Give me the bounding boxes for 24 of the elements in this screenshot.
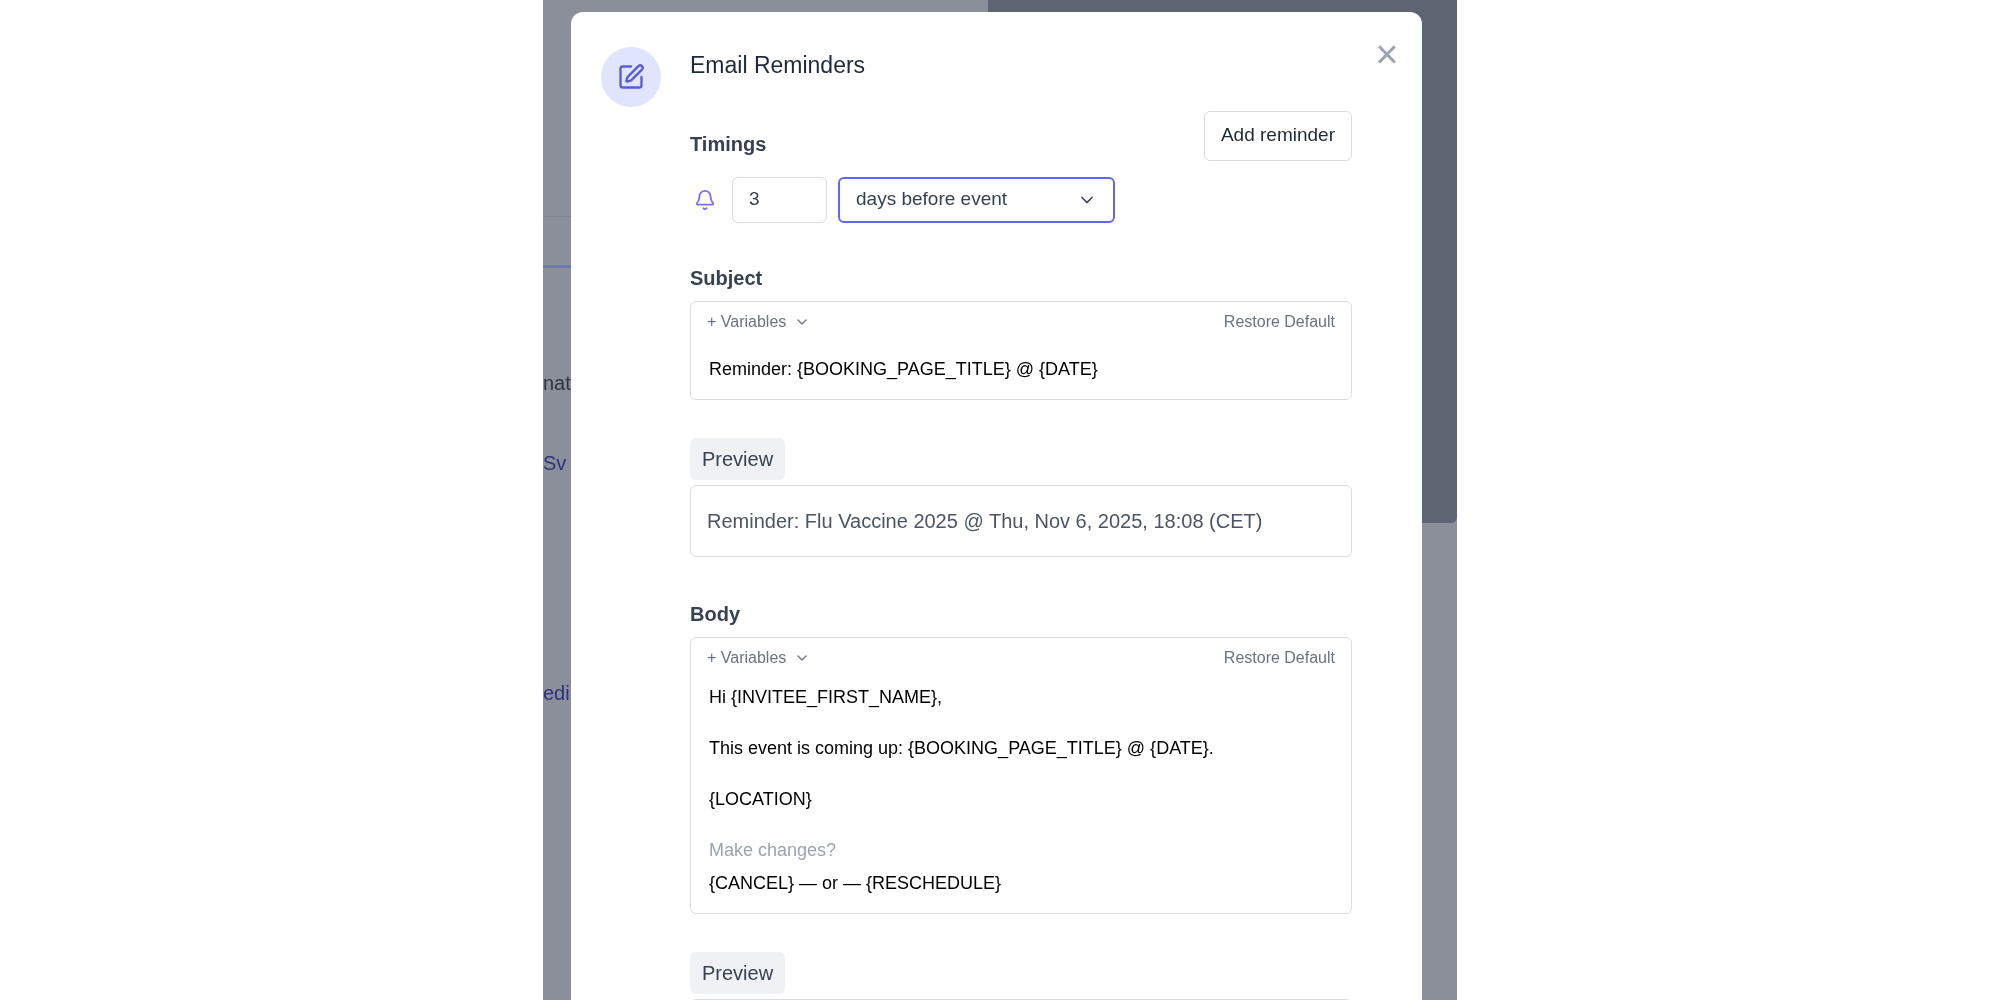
restore-default-button[interactable]: Restore Default	[1223, 309, 1335, 334]
editor-field[interactable]: + Variables Restore Default Reminder: {BOOKING_PAGE_TITLE} @ {DATE}	[690, 300, 1352, 400]
add-reminder-button[interactable]: Add reminder	[1203, 110, 1352, 161]
amount-field[interactable]: 3	[732, 176, 827, 223]
body-text: This event is coming up: {BOOKING_PAGE_TITLE} @ {DATE}.	[709, 736, 1215, 761]
timings-label: Timings	[690, 131, 768, 157]
bell-icon	[694, 188, 716, 211]
subject-text: Reminder: {BOOKING_PAGE_TITLE} @ {DATE}	[708, 357, 1099, 382]
preview-field: Reminder: Flu Vaccine 2025 @ Thu, Nov 6, 2025, 18:08 (CET)	[690, 484, 1352, 557]
variables-button[interactable]: + Variables	[707, 309, 811, 334]
dialog-title: Email Reminders	[690, 51, 867, 80]
body-text: {CANCEL} — or — {RESCHEDULE}	[709, 871, 1003, 895]
body-label: Body	[690, 601, 741, 627]
body-text: Make changes?	[709, 838, 838, 862]
subject-label: Subject	[690, 265, 764, 291]
preview-label: Preview	[690, 951, 786, 994]
restore-default-button[interactable]: Restore Default	[1223, 645, 1335, 670]
unit-select[interactable]: days before event	[838, 176, 1115, 223]
variables-button[interactable]: + Variables	[707, 645, 811, 670]
body-text: Hi {INVITEE_FIRST_NAME},	[709, 685, 944, 710]
editor-field[interactable]: + Variables Restore Default Hi {INVITEE_FIRST_NAME}, This event is coming up: {BOOKING_PAGE_TITLE} @ {DATE}. {LOCATION} Make changes? {CANCEL} — or — {RESCHEDULE}	[690, 636, 1352, 914]
background-text: nat	[543, 371, 571, 396]
preview-label: Preview	[690, 437, 786, 480]
body-text: {LOCATION}	[709, 787, 813, 811]
